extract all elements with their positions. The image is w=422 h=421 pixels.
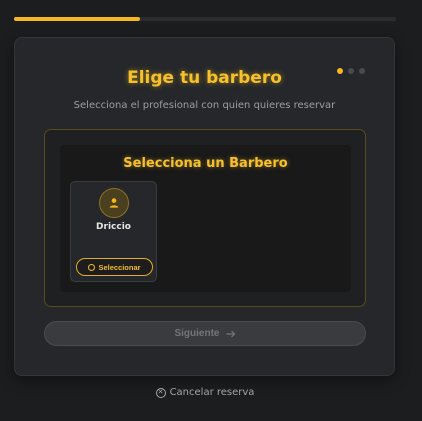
progress-bar [14,17,396,21]
progress-bar-fill [14,17,141,21]
cancel-booking-label: Cancelar reserva [169,387,255,398]
page-subtitle: Selecciona el profesional con quien quie… [73,100,336,111]
next-button[interactable]: Siguiente [44,321,366,346]
arrow-right-icon [226,330,235,337]
close-circle-icon: ✕ [155,387,166,398]
select-barber-label: Seleccionar [98,262,141,272]
user-icon [109,198,119,208]
radio-circle-icon [88,263,96,271]
barber-selector: Selecciona un Barbero Driccio Selecciona… [44,129,366,307]
barber-name: Driccio [96,222,131,232]
cancel-booking-link[interactable]: ✕ Cancelar reserva [0,387,410,398]
barber-card-driccio[interactable]: Driccio Seleccionar [70,181,157,282]
barber-selector-panel: Selecciona un Barbero Driccio Selecciona… [60,145,351,292]
select-barber-button[interactable]: Seleccionar [76,258,153,276]
page-title: Elige tu barbero [127,68,282,88]
avatar [99,188,129,218]
barber-selector-title: Selecciona un Barbero [123,156,288,171]
next-button-label: Siguiente [174,328,220,339]
booking-card: Elige tu barbero Selecciona el profesion… [14,37,395,376]
